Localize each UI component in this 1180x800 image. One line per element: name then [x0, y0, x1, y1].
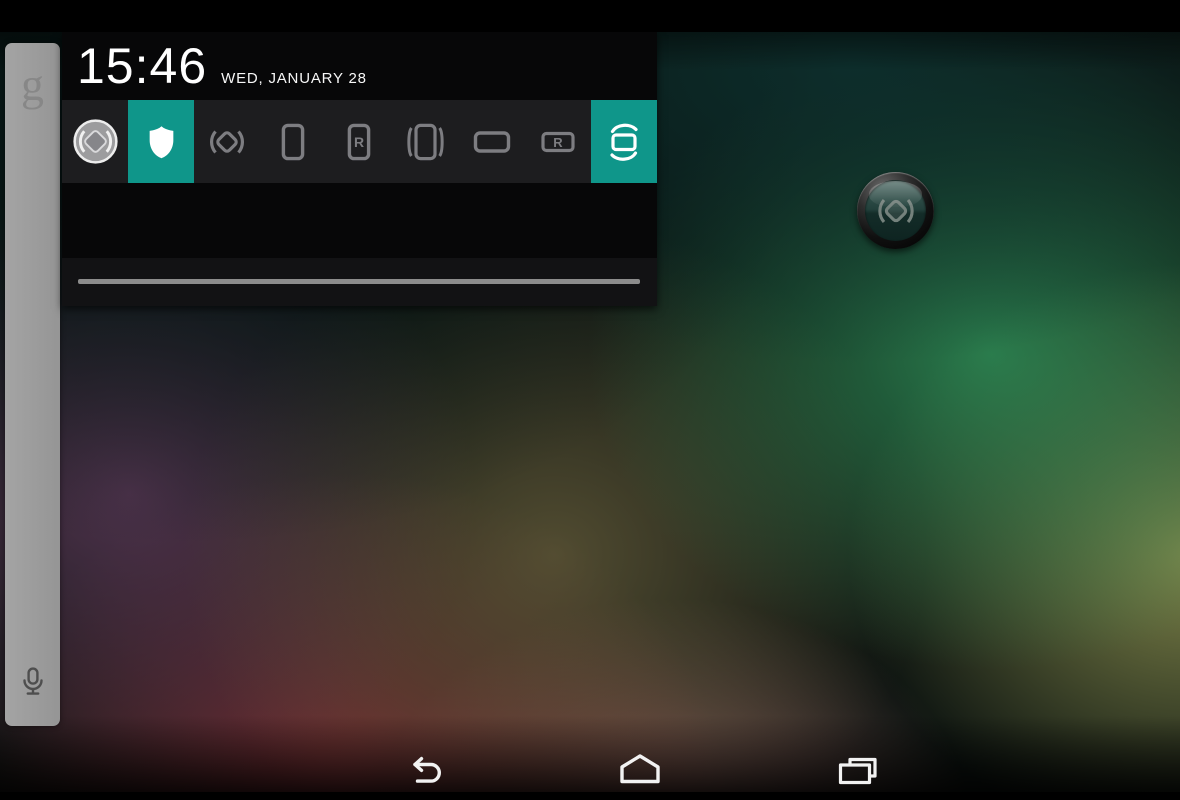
microphone-icon[interactable] — [21, 667, 45, 700]
qs-rotation-status[interactable] — [62, 100, 128, 183]
auto-rotate-circled-icon — [72, 118, 119, 165]
google-search-bar[interactable]: g — [5, 43, 60, 726]
portrait-icon — [281, 123, 305, 161]
panel-footer — [62, 258, 657, 306]
reverse-landscape-icon: R — [538, 129, 578, 155]
android-home-screen: g 15:46 WED, JANUARY 28 — [0, 0, 1180, 800]
sensor-landscape-icon — [602, 120, 646, 164]
qs-auto-rotate[interactable] — [194, 100, 260, 183]
screen-bottom-edge — [0, 792, 1180, 800]
notification-panel: 15:46 WED, JANUARY 28 — [62, 32, 657, 306]
qs-sensor-landscape[interactable] — [591, 100, 657, 183]
shield-icon — [147, 125, 176, 159]
clock-date: WED, JANUARY 28 — [221, 70, 367, 87]
reverse-portrait-icon: R — [347, 123, 371, 161]
qs-portrait[interactable] — [260, 100, 326, 183]
qs-rotation-guard[interactable] — [128, 100, 194, 183]
home-icon[interactable] — [617, 753, 663, 784]
qs-reverse-landscape[interactable]: R — [525, 100, 591, 183]
clock-time: 15:46 — [77, 32, 207, 100]
svg-text:R: R — [354, 134, 364, 150]
qs-reverse-portrait[interactable]: R — [326, 100, 392, 183]
svg-text:R: R — [553, 134, 563, 149]
clock-row: 15:46 WED, JANUARY 28 — [77, 32, 657, 100]
qs-sensor-portrait[interactable] — [393, 100, 459, 183]
rotation-widget-button[interactable] — [857, 172, 934, 249]
rotation-quick-settings-row: R R — [62, 100, 657, 183]
rotation-widget-face — [865, 180, 926, 241]
sensor-portrait-icon — [407, 123, 444, 161]
back-icon[interactable] — [404, 756, 445, 785]
qs-landscape[interactable] — [459, 100, 525, 183]
recents-icon[interactable] — [837, 756, 878, 786]
auto-rotate-icon — [873, 188, 919, 234]
google-logo: g — [5, 55, 60, 115]
landscape-icon — [472, 129, 512, 155]
panel-drag-handle[interactable] — [78, 279, 640, 284]
status-bar — [0, 0, 1180, 32]
auto-rotate-icon — [205, 120, 249, 164]
